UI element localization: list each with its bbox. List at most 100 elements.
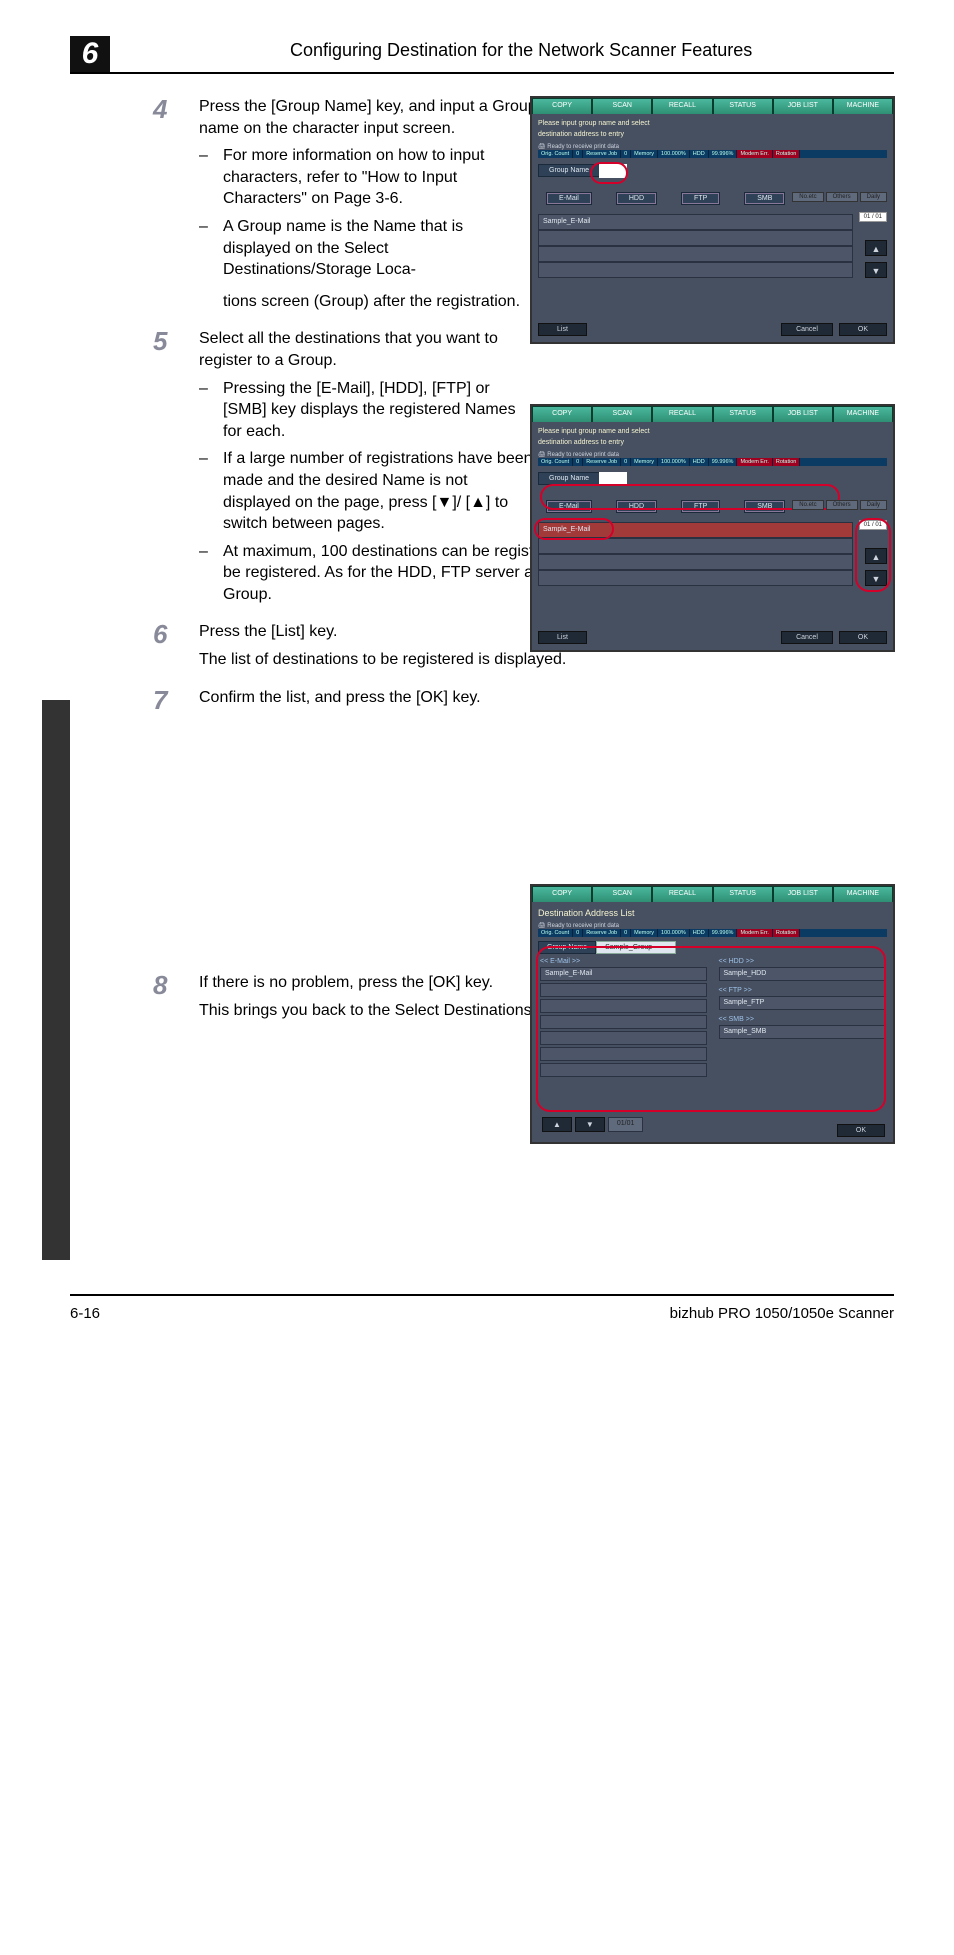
shot3-up-arrow[interactable]: ▲ — [542, 1117, 572, 1132]
shot1-prompt1: Please input group name and select — [538, 120, 887, 128]
shot3-tab-4[interactable]: JOB LIST — [773, 886, 833, 902]
shot2-tab-5[interactable]: MACHINE — [833, 406, 893, 422]
highlight-ring-arrows — [855, 518, 891, 592]
cancel-button[interactable]: Cancel — [781, 323, 833, 336]
shot2-right-filters: No.etc Others Daily — [792, 500, 887, 510]
cancel-button-2[interactable]: Cancel — [781, 631, 833, 644]
group-name-button-2[interactable]: Group Name — [538, 472, 600, 485]
shot2-prompt2: destination address to entry — [538, 439, 887, 447]
shot1-tab-4[interactable]: JOB LIST — [773, 98, 833, 114]
footer-product: bizhub PRO 1050/1050e Scanner — [670, 1305, 894, 1322]
shot1-tab-5[interactable]: MACHINE — [833, 98, 893, 114]
list-button-2[interactable]: List — [538, 631, 587, 644]
footer-rule — [70, 1294, 894, 1296]
shot2-tab-4[interactable]: JOB LIST — [773, 406, 833, 422]
shot2-tab-2[interactable]: RECALL — [652, 406, 712, 422]
page-up-arrow[interactable]: ▲ — [865, 240, 887, 256]
filter-others[interactable]: Others — [826, 192, 858, 202]
entry-empty-3[interactable] — [538, 262, 853, 278]
shot1-ready: 🖨 Ready to receive print data — [538, 143, 887, 150]
screenshot-group-name: COPY SCAN RECALL STATUS JOB LIST MACHINE… — [530, 96, 895, 344]
shot1-tab-0[interactable]: COPY — [532, 98, 592, 114]
step-5-bullet-2: If a large number of registrations have … — [199, 448, 534, 534]
step-7-number: 7 — [153, 683, 167, 718]
shot2-list-area: Sample_E-Mail — [538, 522, 853, 618]
entry-empty-2[interactable] — [538, 246, 853, 262]
filter-noetc[interactable]: No.etc — [792, 192, 823, 202]
step-4-bullet-2: A Group name is the Name that is display… — [199, 216, 519, 281]
shot3-down-arrow[interactable]: ▼ — [575, 1117, 605, 1132]
dest-tab-smb[interactable]: SMB — [744, 192, 785, 205]
step-5-bullet-1: Pressing the [E-Mail], [HDD], [FTP] or [… — [199, 378, 534, 443]
shot3-tab-3[interactable]: STATUS — [713, 886, 773, 902]
shot1-group-row: Group Name — [538, 164, 887, 178]
step-4-number: 4 — [153, 92, 167, 127]
ok-button[interactable]: OK — [839, 323, 887, 336]
shot1-right-filters: No.etc Others Daily — [792, 192, 887, 202]
chapter-number: 6 — [82, 37, 99, 71]
header-rule — [70, 72, 894, 74]
shot1-panel: Please input group name and select desti… — [532, 114, 893, 342]
step-7-text: Confirm the list, and press the [OK] key… — [199, 687, 544, 709]
shot3-panel: Destination Address List 🖨 Ready to rece… — [532, 902, 893, 1142]
step-6-number: 6 — [153, 617, 167, 652]
list-button[interactable]: List — [538, 323, 587, 336]
page-counter: 01 / 01 — [859, 212, 887, 222]
side-chapter: Chapter 6 — [49, 1502, 63, 1555]
shot1-prompt2: destination address to entry — [538, 131, 887, 139]
shot3-nav: ▲ ▼ 01/01 — [542, 1117, 643, 1132]
shot2-statusline: Orig. Count0 Reserve Job0 Memory100.000%… — [538, 458, 887, 466]
footer-page-number: 6-16 — [70, 1305, 100, 1322]
shot3-tabs: COPY SCAN RECALL STATUS JOB LIST MACHINE — [532, 886, 893, 902]
step-5-number: 5 — [153, 324, 167, 359]
side-section-title: Configuring Destination for the Network … — [49, 1647, 63, 1955]
shot2-tab-0[interactable]: COPY — [532, 406, 592, 422]
entry-sample-email[interactable]: Sample_E-Mail — [538, 214, 853, 230]
shot3-header: Destination Address List — [538, 908, 887, 919]
highlight-ring-group — [590, 162, 628, 184]
shot3-statusline: Orig. Count0 Reserve Job0 Memory100.000%… — [538, 929, 887, 937]
screenshot-destination-list: COPY SCAN RECALL STATUS JOB LIST MACHINE… — [530, 884, 895, 1144]
ok-button-2[interactable]: OK — [839, 631, 887, 644]
shot1-list-area: Sample_E-Mail — [538, 214, 853, 310]
shot2-bottom-bar: List Cancel OK — [538, 631, 887, 644]
page-down-arrow[interactable]: ▼ — [865, 262, 887, 278]
header-title: Configuring Destination for the Network … — [290, 40, 752, 61]
step-8-number: 8 — [153, 968, 167, 1003]
dest-tab-email[interactable]: E-Mail — [546, 192, 592, 205]
shot3-tab-5[interactable]: MACHINE — [833, 886, 893, 902]
shot1-tab-1[interactable]: SCAN — [592, 98, 652, 114]
step-4-bullet-1: For more information on how to input cha… — [199, 145, 519, 210]
dest-tab-hdd[interactable]: HDD — [616, 192, 657, 205]
shot2-ready: 🖨 Ready to receive print data — [538, 451, 887, 458]
shot2-tab-1[interactable]: SCAN — [592, 406, 652, 422]
shot1-bottom-bar: List Cancel OK — [538, 323, 887, 336]
dest-tab-ftp[interactable]: FTP — [681, 192, 720, 205]
entry-empty-1[interactable] — [538, 230, 853, 246]
shot2-tabs: COPY SCAN RECALL STATUS JOB LIST MACHINE — [532, 406, 893, 422]
shot2-prompt1: Please input group name and select — [538, 428, 887, 436]
shot3-tab-2[interactable]: RECALL — [652, 886, 712, 902]
shot1-tabs: COPY SCAN RECALL STATUS JOB LIST MACHINE — [532, 98, 893, 114]
shot3-ready: 🖨 Ready to receive print data — [538, 922, 887, 929]
step-7: 7 Confirm the list, and press the [OK] k… — [155, 687, 895, 709]
shot1-tab-3[interactable]: STATUS — [713, 98, 773, 114]
shot1-tab-2[interactable]: RECALL — [652, 98, 712, 114]
chapter-badge: 6 — [70, 36, 110, 72]
step-6-followup: The list of destinations to be registere… — [199, 649, 899, 671]
shot3-ok-wrap: OK — [837, 1127, 885, 1134]
shot1-statusline: Orig. Count0 Reserve Job0 Memory100.000%… — [538, 150, 887, 158]
step-5-text: Select all the destinations that you wan… — [199, 328, 544, 371]
screenshot-select-destinations: COPY SCAN RECALL STATUS JOB LIST MACHINE… — [530, 404, 895, 652]
ok-button-3[interactable]: OK — [837, 1124, 885, 1137]
step-4-text: Press the [Group Name] key, and input a … — [199, 96, 544, 139]
filter-daily[interactable]: Daily — [860, 192, 887, 202]
side-tab: Chapter 6 Configuring Destination for th… — [42, 700, 70, 1260]
highlight-ring-list — [536, 946, 886, 1112]
shot3-counter: 01/01 — [608, 1117, 644, 1132]
shot2-panel: Please input group name and select desti… — [532, 422, 893, 650]
highlight-ring-entry — [534, 518, 614, 540]
shot2-tab-3[interactable]: STATUS — [713, 406, 773, 422]
shot3-tab-1[interactable]: SCAN — [592, 886, 652, 902]
shot3-tab-0[interactable]: COPY — [532, 886, 592, 902]
